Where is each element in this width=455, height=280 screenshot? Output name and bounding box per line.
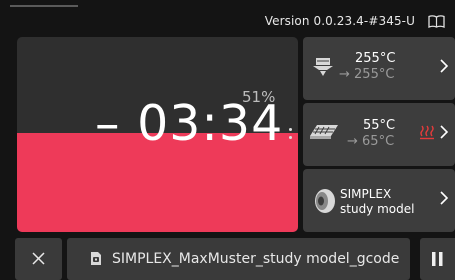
cancel-print-button[interactable] [15, 238, 62, 280]
nozzle-target-temp: → 255°C [339, 67, 395, 82]
gcode-file-icon [91, 252, 101, 265]
material-name: SIMPLEX study model [340, 187, 414, 217]
file-name: SIMPLEX_MaxMuster_study model_gcode [112, 251, 400, 267]
bed-target-temp: → 65°C [347, 134, 395, 149]
time-separator-dot [289, 128, 292, 131]
bed-current-temp: 55°C [363, 118, 396, 133]
pause-button[interactable] [420, 238, 455, 280]
remaining-time: – 03:34 [95, 95, 284, 152]
close-icon [32, 252, 45, 265]
time-separator-dot [289, 136, 292, 139]
material-line-2: study model [340, 202, 415, 216]
heating-waves-icon [420, 125, 434, 144]
top-bar: Version 0.0.23.4-#345-U [0, 0, 455, 36]
material-line-1: SIMPLEX [340, 187, 392, 201]
chevron-right-icon [440, 191, 449, 205]
chevron-right-icon [440, 125, 449, 139]
book-icon[interactable] [428, 13, 445, 32]
pause-icon [432, 252, 443, 266]
status-indicator [10, 5, 78, 7]
filament-spool-icon [313, 188, 337, 218]
nozzle-current-temp: 255°C [355, 51, 396, 66]
nozzle-icon [313, 57, 333, 83]
version-label: Version 0.0.23.4-#345-U [264, 14, 415, 28]
chevron-right-icon [440, 59, 449, 73]
heated-bed-icon [309, 123, 339, 145]
